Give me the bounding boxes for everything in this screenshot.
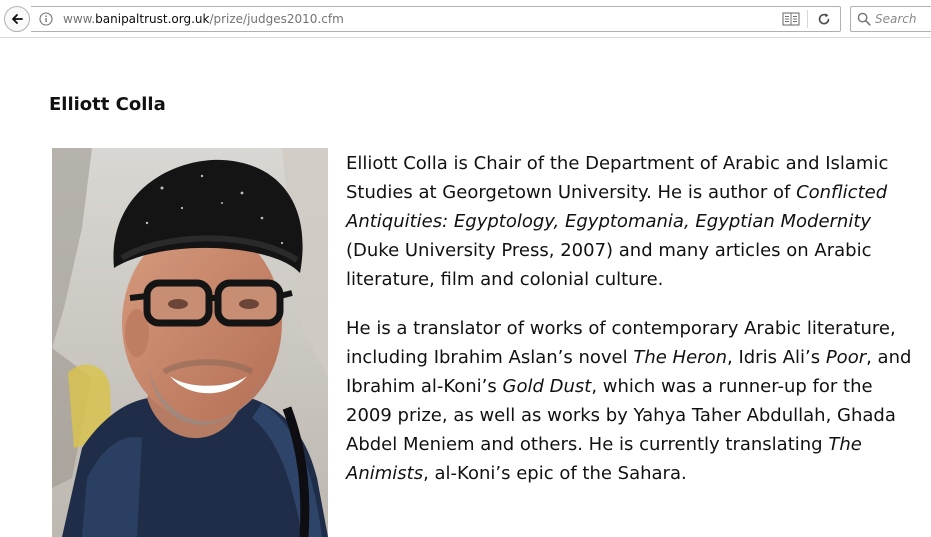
- url-text[interactable]: www.banipaltrust.org.uk/prize/judges2010…: [63, 12, 344, 27]
- url-domain: banipaltrust.org.uk: [95, 12, 210, 26]
- search-input[interactable]: [875, 10, 931, 28]
- url-bar[interactable]: www.banipaltrust.org.uk/prize/judges2010…: [31, 6, 841, 32]
- reader-view-icon[interactable]: [782, 12, 800, 26]
- bio-text: , Idris Ali’s: [727, 347, 826, 368]
- reload-icon: [818, 13, 830, 25]
- search-icon[interactable]: [857, 12, 871, 26]
- reload-button[interactable]: [814, 10, 834, 28]
- search-bar[interactable]: [850, 6, 931, 32]
- judge-portrait-image: [52, 148, 328, 537]
- bio-paragraph: He is a translator of works of contempor…: [346, 314, 921, 488]
- browser-toolbar: www.banipaltrust.org.uk/prize/judges2010…: [0, 0, 931, 38]
- book-title: Poor: [825, 347, 867, 368]
- url-prefix: www.: [63, 12, 96, 26]
- bio-paragraph: Elliott Colla is Chair of the Department…: [346, 149, 921, 294]
- page-content: Elliott Colla Elliott Colla is Chair of …: [0, 38, 931, 537]
- arrow-left-icon: [12, 14, 23, 24]
- bio-text: , al-Koni’s epic of the Sahara.: [423, 463, 687, 484]
- bio-text: (Duke University Press, 2007) and many a…: [346, 240, 872, 290]
- book-title: Gold Dust: [502, 376, 592, 397]
- info-icon[interactable]: [39, 12, 53, 26]
- url-bar-divider: [807, 10, 808, 28]
- judge-name-heading: Elliott Colla: [49, 94, 166, 115]
- judge-photo: [52, 148, 328, 537]
- back-button[interactable]: [4, 6, 30, 32]
- judge-bio: Elliott Colla is Chair of the Department…: [346, 149, 921, 508]
- url-path: /prize/judges2010.cfm: [209, 12, 344, 26]
- book-title: The Heron: [633, 347, 727, 368]
